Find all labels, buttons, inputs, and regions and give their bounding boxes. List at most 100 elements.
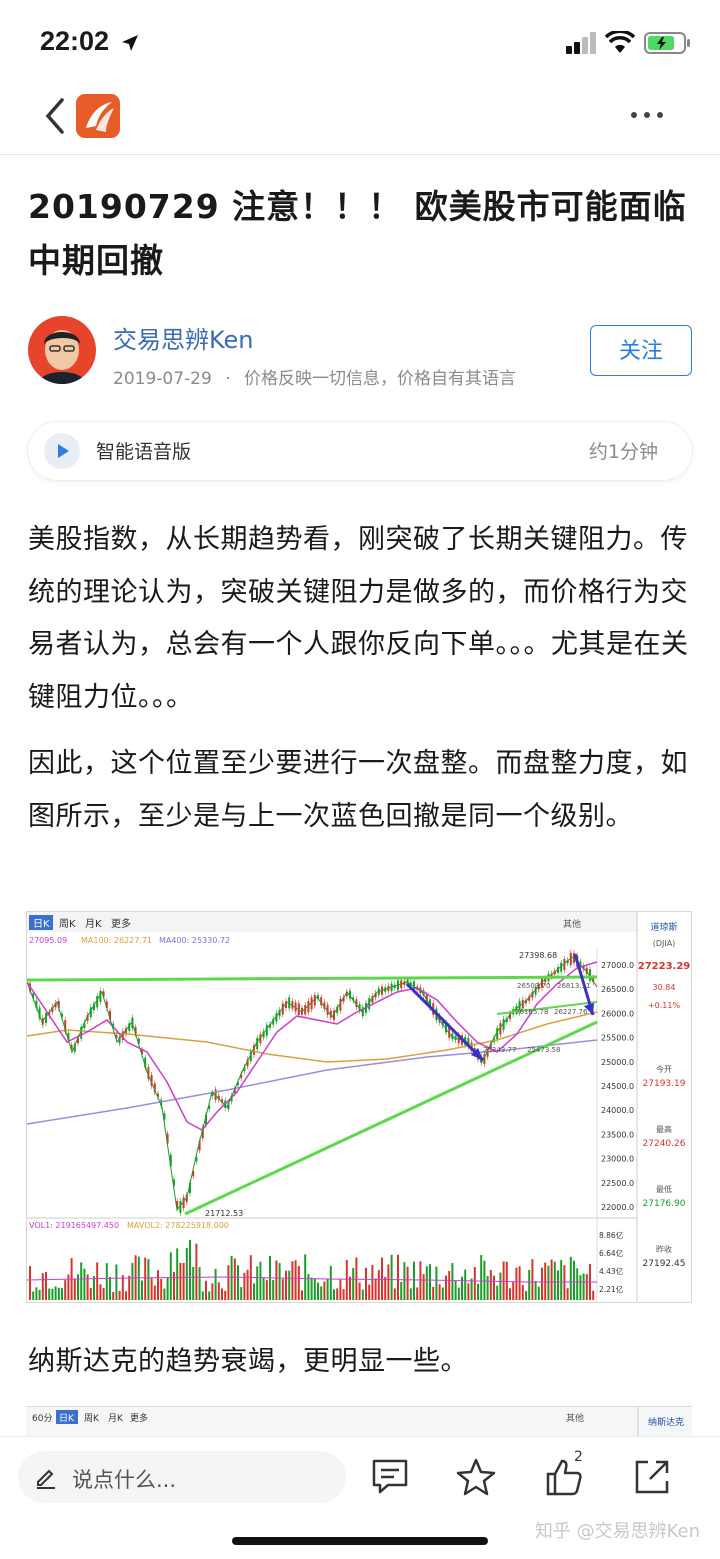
volume-bar (176, 1248, 179, 1300)
volume-bar (374, 1278, 377, 1300)
volume-bar (435, 1266, 438, 1300)
price-tick-label: 22000.0 (601, 1203, 634, 1212)
article-title: 20190729 注意！！！ 欧美股市可能面临中期回撤 (28, 187, 687, 280)
volume-bar (480, 1255, 483, 1300)
volume-bar (486, 1276, 489, 1300)
chart-tools-label: 其他 (563, 918, 581, 930)
label-low: 21712.53 (205, 1209, 243, 1218)
chart-tab: 月K (85, 918, 102, 930)
chart-tab: 周K (59, 918, 76, 930)
volume-bar (48, 1288, 51, 1300)
volume-bar (195, 1243, 198, 1300)
volume-bar (582, 1273, 585, 1300)
status-time: 22:02 (40, 26, 110, 56)
volume-bar (41, 1273, 44, 1300)
volume-bar (310, 1277, 313, 1300)
volume-bar (547, 1265, 550, 1300)
volume-bar (464, 1269, 467, 1300)
volume-bar (403, 1262, 406, 1300)
volume-bar (381, 1257, 383, 1300)
price-tick-label: 22500.0 (601, 1179, 634, 1188)
volume-bar (288, 1270, 291, 1300)
volume-bar (112, 1291, 115, 1300)
volume-bar (502, 1261, 505, 1300)
label-l2: 26813.11 (557, 982, 590, 990)
volume-bar (528, 1269, 531, 1300)
nav-bar (0, 80, 720, 155)
volume-bar (77, 1274, 79, 1300)
volume-bar (64, 1280, 67, 1300)
volume-bar (393, 1288, 396, 1300)
volume-bar (512, 1281, 515, 1300)
prev-label: 昨收 (656, 1244, 672, 1254)
volume-bar (179, 1262, 182, 1300)
share-icon[interactable] (632, 1457, 672, 1497)
ma-a-value: 27095.09 (29, 936, 67, 945)
volume-bar (262, 1277, 265, 1300)
volume-bar (445, 1275, 447, 1300)
mavol2-value: MAVOL2: 278225918.000 (127, 1221, 229, 1230)
comment-input[interactable]: 说点什么... (18, 1451, 346, 1503)
post-date: 2019-07-29 (113, 369, 212, 389)
volume-bar (73, 1278, 76, 1300)
volume-bar (422, 1274, 425, 1300)
author-bio: 价格反映一切信息，价格自有其语言 (244, 369, 517, 389)
volume-bar (131, 1262, 134, 1300)
volume-bar (317, 1282, 319, 1300)
back-chevron-icon[interactable] (42, 96, 68, 136)
volume-bar (166, 1277, 169, 1300)
author-avatar[interactable] (28, 316, 96, 384)
more-options-icon[interactable] (630, 110, 664, 120)
volume-bar (163, 1288, 166, 1300)
price-axis: 27000.0 26500.0 26000.0 25500.0 25000.0 24500… (601, 961, 634, 1212)
audio-version-card[interactable]: 智能语音版 约1分钟 (28, 422, 692, 480)
volume-bar (592, 1290, 595, 1300)
high-value: 27240.26 (643, 1139, 686, 1149)
price-tick-label: 25500.0 (601, 1034, 634, 1043)
follow-button[interactable]: 关注 (590, 325, 692, 376)
volume-bar (80, 1262, 83, 1300)
volume-bar (240, 1287, 243, 1300)
like-count: 2 (574, 1449, 583, 1465)
volume-bar (499, 1272, 502, 1300)
volume-bar (339, 1279, 342, 1300)
volume-bar (483, 1260, 486, 1300)
index-pct: +0.11% (648, 1001, 681, 1010)
volume-bar (429, 1264, 431, 1300)
volume-bar (573, 1260, 575, 1300)
star-icon[interactable] (456, 1457, 496, 1497)
author-meta: 2019-07-29 · 价格反映一切信息，价格自有其语言 (113, 364, 563, 389)
dow-jones-chart-image[interactable]: 日K 周K 月K 更多 其他 27095.09 MA100: 26227.71 … (26, 911, 692, 1303)
price-tick-label: 24000.0 (601, 1106, 634, 1115)
volume-bar (400, 1281, 403, 1300)
price-tick-label: 24500.0 (601, 1082, 634, 1091)
volume-bar (566, 1288, 569, 1300)
volume-bar (518, 1266, 521, 1300)
price-tick-label: 23500.0 (601, 1130, 634, 1139)
volume-bar (45, 1271, 47, 1300)
volume-bar (515, 1267, 518, 1300)
volume-bar (301, 1290, 303, 1300)
paragraph: 美股指数，从长期趋势看，刚突破了长期关键阻力。传统的理论认为，突破关键阻力是做多… (28, 524, 689, 713)
volume-bar (96, 1262, 99, 1300)
nasdaq-chart-image[interactable]: 60分 日K 周K 月K 更多 其他 纳斯达克 (26, 1406, 692, 1437)
volume-bar (509, 1288, 511, 1300)
play-icon[interactable] (44, 433, 80, 469)
low-label: 最低 (656, 1184, 672, 1194)
volume-bar (233, 1258, 236, 1300)
volume-bar (281, 1278, 284, 1300)
volume-bar (361, 1289, 364, 1300)
volume-bar (51, 1288, 54, 1300)
volume-bar (368, 1284, 371, 1300)
volume-bar (211, 1283, 214, 1300)
author-name[interactable]: 交易思辨Ken (113, 320, 254, 355)
volume-bar (141, 1280, 143, 1300)
comment-icon[interactable] (370, 1457, 410, 1497)
audio-duration: 约1分钟 (588, 441, 658, 463)
volume-bar (214, 1268, 217, 1300)
chart2-tab: 更多 (130, 1412, 148, 1424)
volume-bar (150, 1277, 153, 1300)
volume-bar (38, 1289, 41, 1300)
volume-bar (144, 1257, 147, 1300)
volume-bar (579, 1275, 582, 1300)
